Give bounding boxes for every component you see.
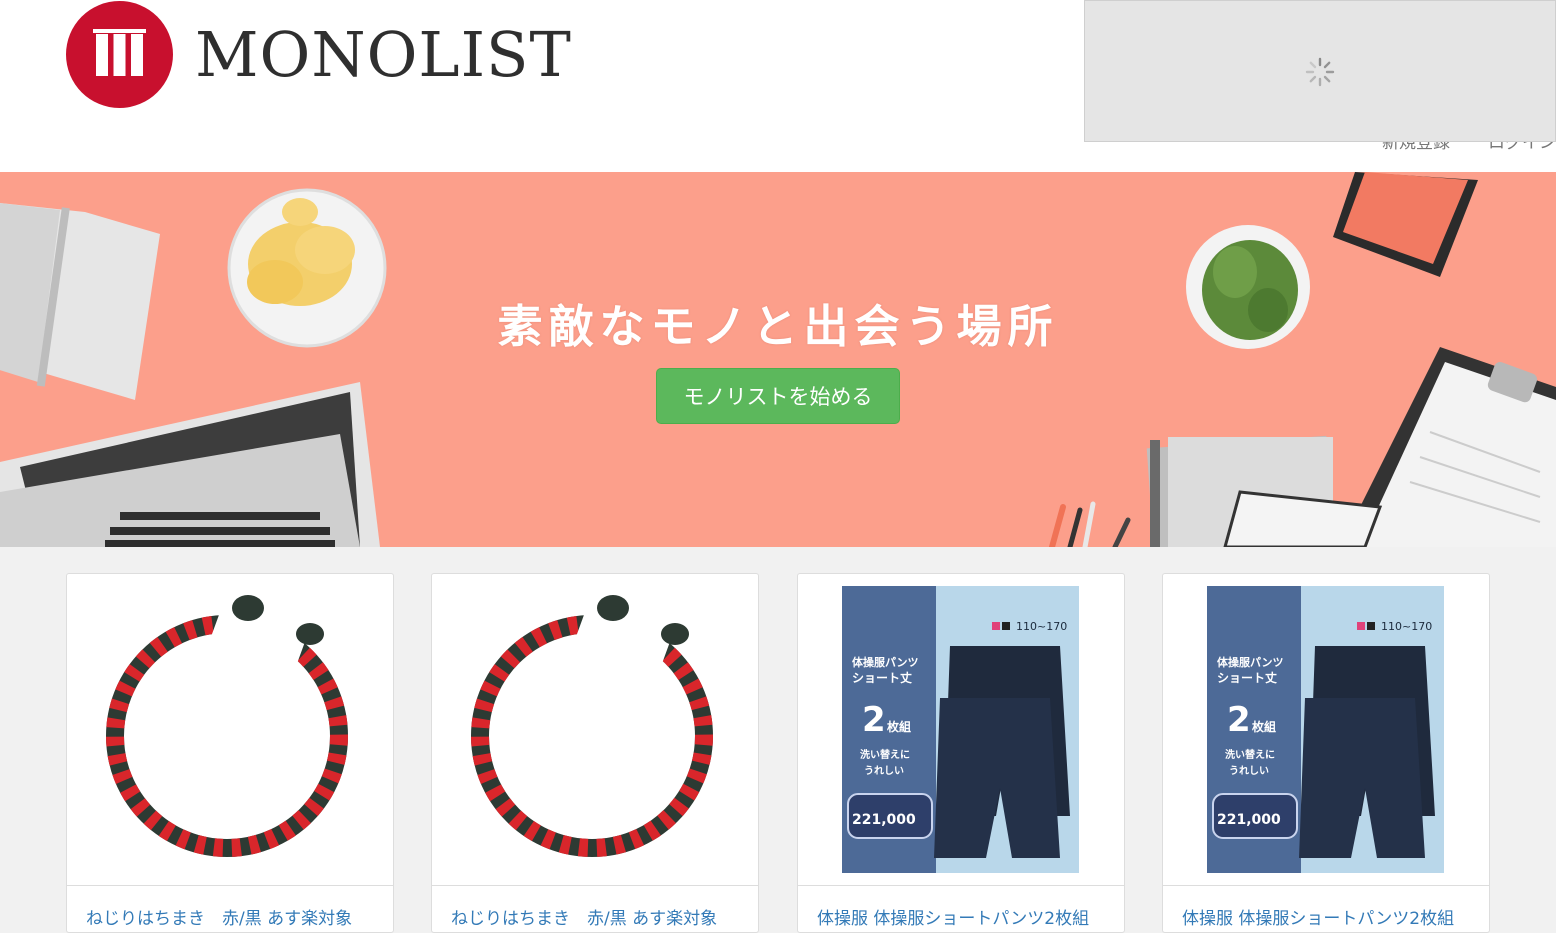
- line3-text: 洗い替えに: [1225, 748, 1275, 761]
- count-suffix: 枚組: [887, 719, 911, 734]
- card-divider: [432, 885, 758, 886]
- line4-text: うれしい: [864, 765, 904, 777]
- hero-banner: 素敵なモノと出会う場所 モノリストを始める: [0, 172, 1556, 547]
- badge-number: 221,000: [1217, 812, 1281, 828]
- product-card[interactable]: 110~170 体操服パンツ ショート丈 2 枚組 洗い替えに うれしい 221…: [1162, 573, 1490, 933]
- line1-text: 体操服パンツ: [852, 655, 919, 669]
- product-image[interactable]: [86, 586, 373, 873]
- site-header: MONOLIST 新規登録 ログイン: [0, 0, 1556, 172]
- product-image[interactable]: [451, 586, 738, 873]
- tablet-illustration: [1333, 172, 1478, 277]
- laptop-illustration: [0, 382, 380, 547]
- twisted-headband-image: [471, 595, 713, 857]
- count-suffix: 枚組: [1252, 719, 1276, 734]
- product-title-link[interactable]: 体操服 体操服ショートパンツ2枚組: [1182, 904, 1454, 929]
- count-number: 2: [1227, 700, 1251, 740]
- site-logo[interactable]: MONOLIST: [66, 1, 572, 108]
- line2-text: ショート丈: [1217, 671, 1277, 685]
- start-monolist-button[interactable]: モノリストを始める: [656, 368, 900, 424]
- twisted-headband-image: [106, 595, 348, 857]
- product-image[interactable]: 110~170 体操服パンツ ショート丈 2 枚組 洗い替えに うれしい 221…: [842, 586, 1079, 873]
- hero-desk-illustration: [0, 172, 1556, 547]
- line3-text: 洗い替えに: [860, 748, 910, 761]
- product-title-link[interactable]: ねじりはちまき 赤/黒 あす楽対象: [86, 904, 352, 929]
- gym-shorts-image: 110~170 体操服パンツ ショート丈 2 枚組 洗い替えに うれしい 221…: [842, 586, 1079, 873]
- product-card[interactable]: ねじりはちまき 赤/黒 あす楽対象: [431, 573, 759, 933]
- hero-title: 素敵なモノと出会う場所: [497, 300, 1059, 353]
- card-divider: [798, 885, 1124, 886]
- count-number: 2: [862, 700, 886, 740]
- card-divider: [67, 885, 393, 886]
- loading-spinner-icon: [1305, 57, 1335, 87]
- pencils-illustration: [1049, 501, 1131, 547]
- binder-illustration: [1146, 435, 1383, 547]
- size-range-text: 110~170: [1016, 620, 1067, 633]
- ad-placeholder: [1084, 0, 1556, 142]
- product-title-link[interactable]: 体操服 体操服ショートパンツ2枚組: [817, 904, 1089, 929]
- card-divider: [1163, 885, 1489, 886]
- size-range-text: 110~170: [1381, 620, 1432, 633]
- logo-wordmark: MONOLIST: [195, 17, 572, 91]
- product-image[interactable]: 110~170 体操服パンツ ショート丈 2 枚組 洗い替えに うれしい 221…: [1207, 586, 1444, 873]
- product-card[interactable]: 110~170 体操服パンツ ショート丈 2 枚組 洗い替えに うれしい 221…: [797, 573, 1125, 933]
- line2-text: ショート丈: [852, 671, 912, 685]
- product-card[interactable]: ねじりはちまき 赤/黒 あす楽対象: [66, 573, 394, 933]
- line1-text: 体操服パンツ: [1217, 655, 1284, 669]
- line4-text: うれしい: [1229, 765, 1269, 777]
- monolist-logo-icon: [66, 1, 173, 108]
- gym-shorts-image: 110~170 体操服パンツ ショート丈 2 枚組 洗い替えに うれしい 221…: [1207, 586, 1444, 873]
- product-title-link[interactable]: ねじりはちまき 赤/黒 あす楽対象: [451, 904, 717, 929]
- badge-number: 221,000: [852, 812, 916, 828]
